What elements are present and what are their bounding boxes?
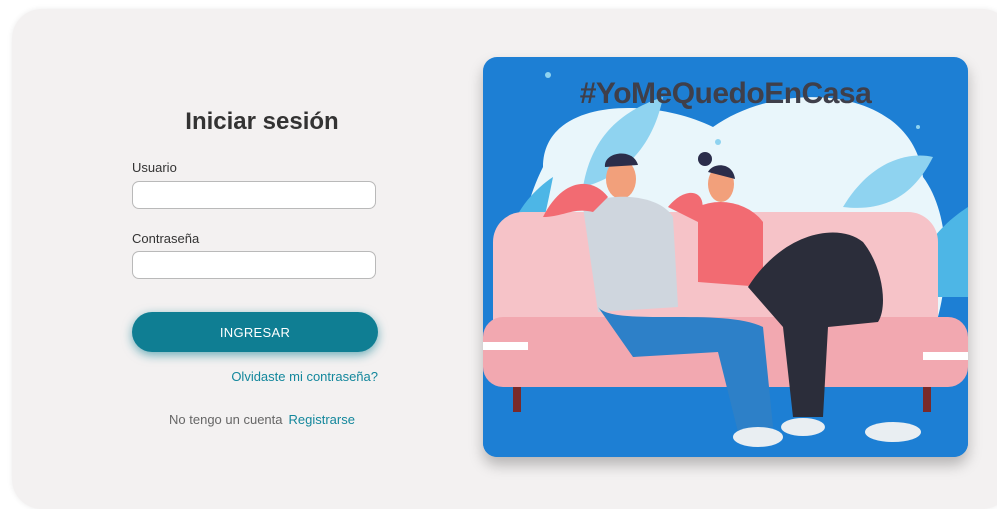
username-input[interactable]: [132, 181, 376, 209]
couple-on-sofa-illustration: [483, 72, 968, 457]
register-row: No tengo un cuenta Registrarse: [132, 412, 392, 427]
hero-illustration: #YoMeQuedoEnCasa: [483, 57, 968, 457]
page-title: Iniciar sesión: [185, 108, 339, 135]
login-button[interactable]: INGRESAR: [132, 312, 378, 352]
username-label: Usuario: [132, 160, 177, 175]
password-input[interactable]: [132, 251, 376, 279]
forgot-password-link[interactable]: Olvidaste mi contraseña?: [132, 369, 378, 384]
hashtag-heading: #YoMeQuedoEnCasa: [579, 77, 872, 110]
no-account-text: No tengo un cuenta: [169, 412, 283, 427]
password-label: Contraseña: [132, 231, 200, 246]
register-link[interactable]: Registrarse: [289, 412, 355, 427]
